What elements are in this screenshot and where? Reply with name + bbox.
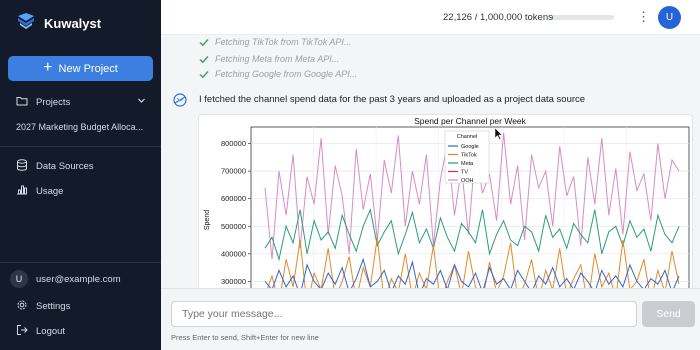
- assistant-icon: [172, 93, 188, 112]
- chevron-down-icon: [137, 96, 146, 108]
- legend-title: Channel: [457, 134, 478, 140]
- chart-title: Spend per Channel per Week: [414, 116, 527, 126]
- projects-toggle[interactable]: Projects: [16, 96, 146, 109]
- y-tick-label: 300000: [221, 277, 246, 286]
- user-email: user@example.com: [36, 273, 121, 285]
- chart-container: Spend per Channel per Week Spend 300000 400…: [198, 114, 693, 288]
- legend-label: OOH: [461, 178, 474, 184]
- logo-icon: [16, 12, 36, 35]
- token-usage-text: 22,126 / 1,000,000 tokens: [443, 12, 553, 23]
- new-project-button[interactable]: + New Project: [8, 56, 153, 81]
- avatar: U: [10, 270, 28, 288]
- y-tick-label: 800000: [221, 139, 246, 148]
- sidebar-item-usage[interactable]: Usage: [16, 184, 63, 198]
- logout-icon: [16, 324, 28, 339]
- progress-step: Fetching Meta from Meta API...: [199, 54, 339, 64]
- gear-icon: [16, 299, 28, 314]
- token-usage-fill: [552, 15, 554, 20]
- progress-step: Fetching Google from Google API...: [199, 69, 357, 79]
- sidebar-item-data-sources[interactable]: Data Sources: [16, 159, 94, 174]
- database-icon: [16, 159, 28, 174]
- logout-label: Logout: [36, 326, 66, 337]
- spend-chart: Spend per Channel per Week Spend 300000 400…: [204, 116, 690, 288]
- folder-icon: [16, 96, 28, 109]
- check-icon: [199, 55, 209, 63]
- bar-chart-icon: [16, 184, 28, 198]
- plus-icon: +: [43, 58, 53, 76]
- legend-label: Google: [461, 144, 479, 150]
- data-sources-label: Data Sources: [36, 161, 94, 172]
- legend-label: TikTok: [461, 153, 477, 159]
- progress-step-text: Fetching Meta from Meta API...: [215, 54, 340, 64]
- usage-label: Usage: [36, 185, 64, 197]
- y-tick-label: 400000: [221, 249, 246, 258]
- chat-area: Fetching TikTok from TikTok API... Fetch…: [161, 35, 700, 288]
- token-usage-bar: [552, 15, 614, 20]
- check-icon: [199, 70, 209, 78]
- sidebar-item-settings[interactable]: Settings: [16, 299, 70, 314]
- input-hint: Press Enter to send, Shift+Enter for new…: [171, 333, 319, 342]
- settings-label: Settings: [36, 301, 71, 312]
- sidebar-item-logout[interactable]: Logout: [16, 324, 65, 339]
- progress-step-text: Fetching TikTok from TikTok API...: [215, 37, 352, 47]
- app-root: Kuwalyst + New Project Projects 2027 Mar…: [0, 0, 700, 350]
- brand[interactable]: Kuwalyst: [16, 12, 101, 35]
- check-icon: [199, 38, 209, 46]
- send-button[interactable]: Send: [642, 301, 695, 327]
- message-input[interactable]: [171, 301, 637, 327]
- y-tick-label: 500000: [221, 222, 246, 231]
- top-bar: 22,126 / 1,000,000 tokens ⋮ U: [161, 0, 700, 35]
- user-menu[interactable]: U user@example.com: [10, 270, 121, 288]
- y-tick-label: 700000: [221, 167, 246, 176]
- sidebar-item-project[interactable]: 2027 Marketing Budget Alloca...: [16, 122, 148, 132]
- more-options-icon[interactable]: ⋮: [637, 10, 650, 23]
- assistant-message: I fetched the channel spend data for the…: [199, 94, 586, 105]
- legend-label: TV: [461, 170, 468, 176]
- sidebar-divider: [0, 262, 161, 263]
- progress-step-text: Fetching Google from Google API...: [215, 69, 358, 79]
- y-tick-label: 600000: [221, 194, 246, 203]
- legend-label: Meta: [461, 161, 474, 167]
- composer: Send Press Enter to send, Shift+Enter fo…: [161, 288, 700, 350]
- projects-label: Projects: [36, 97, 71, 108]
- y-axis-label: Spend: [204, 210, 211, 230]
- app-name: Kuwalyst: [44, 16, 102, 31]
- sidebar: Kuwalyst + New Project Projects 2027 Mar…: [0, 0, 161, 350]
- new-project-label: New Project: [58, 62, 118, 75]
- sidebar-divider: [0, 146, 161, 147]
- progress-step: Fetching TikTok from TikTok API...: [199, 37, 351, 47]
- avatar[interactable]: U: [658, 6, 681, 29]
